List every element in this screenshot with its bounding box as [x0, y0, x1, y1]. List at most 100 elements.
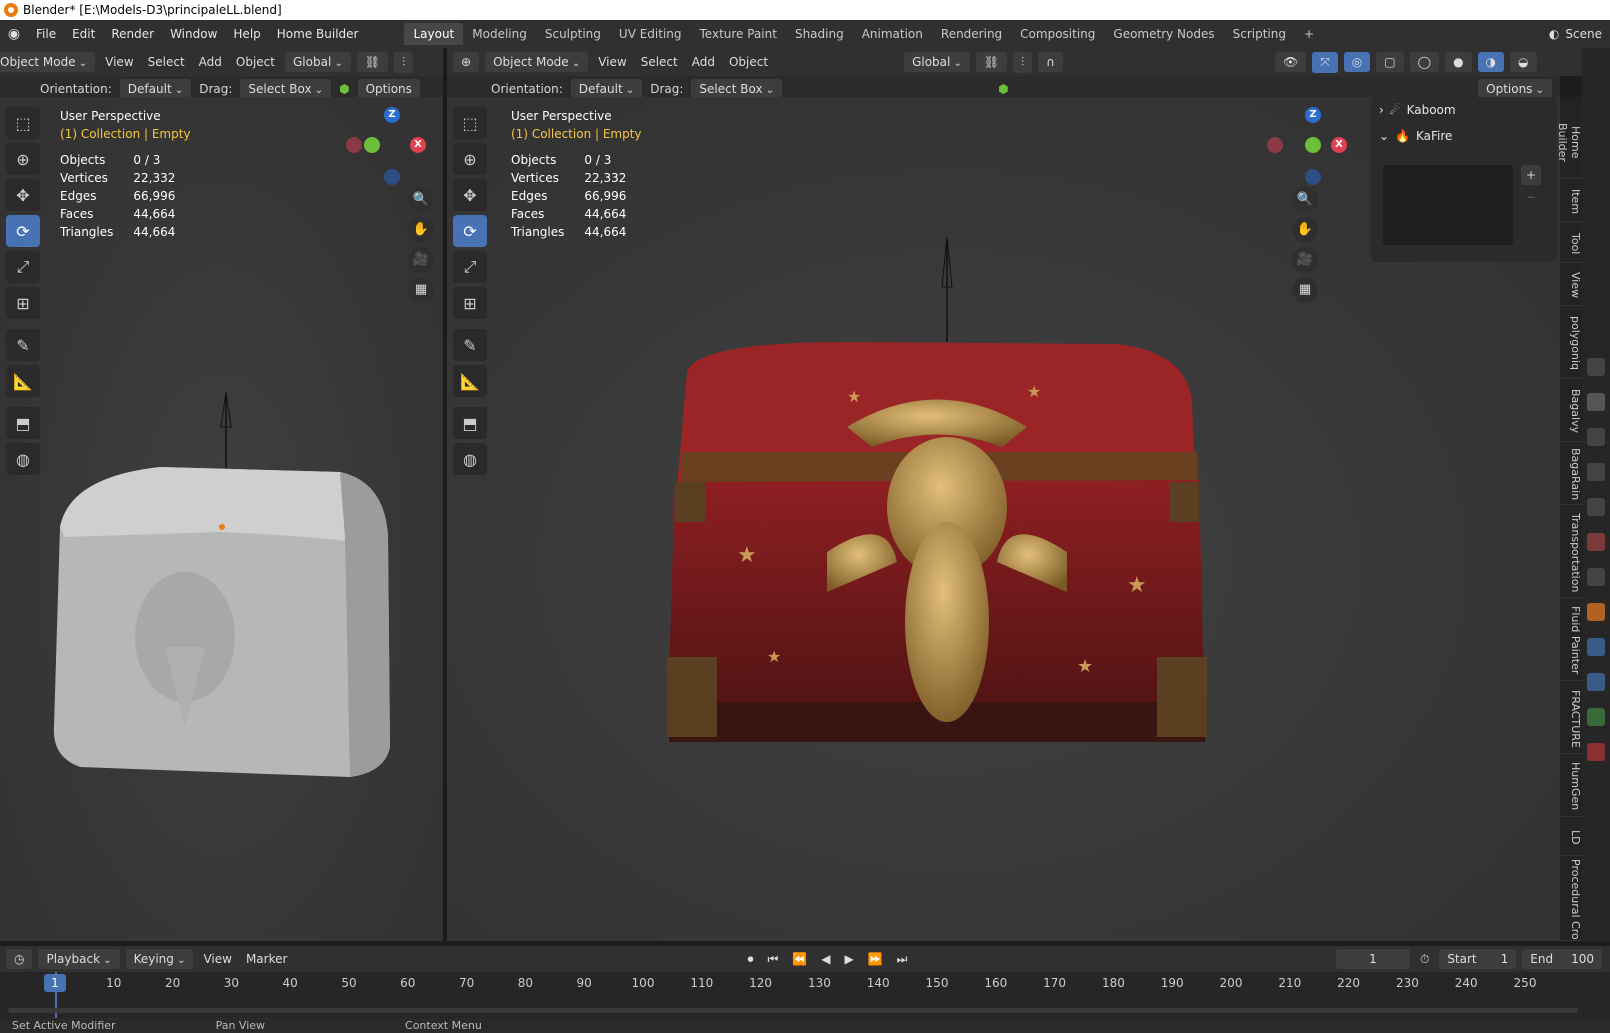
tab-texture-paint[interactable]: Texture Paint	[691, 23, 786, 45]
tab-polygoniq[interactable]: polygoniq	[1560, 309, 1582, 379]
tab-compositing[interactable]: Compositing	[1011, 23, 1104, 45]
shading-material-icon[interactable]: ◑	[1477, 52, 1505, 72]
menu-home-builder[interactable]: Home Builder	[269, 27, 367, 41]
left-menu-view[interactable]: View	[101, 55, 137, 69]
left-orientation-dropdown[interactable]: Default	[119, 79, 192, 99]
right-drag-dropdown[interactable]: Select Box	[691, 79, 783, 99]
annotate-tool-icon[interactable]: ✎	[453, 329, 487, 361]
tab-scripting[interactable]: Scripting	[1224, 23, 1295, 45]
tab-animation[interactable]: Animation	[853, 23, 932, 45]
current-frame-field[interactable]: 1	[1335, 949, 1410, 969]
tab-sculpting[interactable]: Sculpting	[536, 23, 610, 45]
neg-x-axis-icon[interactable]	[346, 137, 362, 153]
xray-icon[interactable]: ▢	[1376, 52, 1404, 72]
measure-tool-icon[interactable]: 📐	[453, 365, 487, 397]
left-navigation-gizmo[interactable]: Z X	[346, 107, 432, 187]
left-transform-dropdown[interactable]: Global	[285, 52, 351, 72]
tab-item[interactable]: Item	[1560, 182, 1582, 222]
camera-view-icon[interactable]: 🎥	[408, 247, 434, 273]
texture-props-icon[interactable]	[1587, 743, 1605, 761]
right-menu-add[interactable]: Add	[688, 55, 719, 69]
kafire-list-box[interactable]	[1383, 165, 1513, 245]
timeline-menu-view[interactable]: View	[199, 952, 235, 966]
rotate-tool-icon[interactable]: ⟳	[6, 215, 40, 247]
menu-edit[interactable]: Edit	[64, 27, 103, 41]
tab-humgen[interactable]: HumGen	[1560, 757, 1582, 817]
view-layer-props-icon[interactable]	[1587, 463, 1605, 481]
chevron-right-icon[interactable]: ›	[1379, 103, 1384, 117]
move-tool-icon[interactable]: ✥	[6, 179, 40, 211]
record-icon[interactable]: ⏺	[743, 952, 757, 967]
modifier-props-icon[interactable]	[1587, 638, 1605, 656]
tab-shading[interactable]: Shading	[786, 23, 853, 45]
cursor-tool-icon[interactable]: ⊕	[6, 143, 40, 175]
tab-fracture[interactable]: FRACTURE	[1560, 684, 1582, 754]
add-cube-tool-icon[interactable]: ⬒	[6, 407, 40, 439]
menu-file[interactable]: File	[28, 27, 64, 41]
tab-rendering[interactable]: Rendering	[932, 23, 1011, 45]
y-axis-icon[interactable]	[364, 137, 380, 153]
blender-menu-icon[interactable]: ◉	[0, 26, 28, 42]
add-item-button[interactable]: +	[1521, 165, 1541, 185]
pan-hand-icon[interactable]: ✋	[408, 217, 434, 243]
neg-z-axis-icon[interactable]	[1305, 169, 1321, 185]
scene-selector[interactable]: ◐ Scene	[1549, 20, 1610, 48]
perspective-toggle-icon[interactable]: ▦	[1292, 277, 1318, 303]
panel-kafire[interactable]: ⌄ 🔥 KaFire	[1371, 123, 1557, 149]
visibility-icon[interactable]: 👁	[1274, 52, 1307, 72]
z-axis-icon[interactable]: Z	[384, 107, 400, 123]
start-frame-field[interactable]: Start 1	[1439, 949, 1517, 969]
neg-x-axis-icon[interactable]	[1267, 137, 1283, 153]
camera-view-icon[interactable]: 🎥	[1292, 247, 1318, 273]
prev-keyframe-icon[interactable]: ⏪	[788, 952, 811, 966]
left-options-button[interactable]: Options	[357, 79, 420, 99]
editor-type-icon[interactable]: ⊕	[453, 52, 480, 72]
zoom-icon[interactable]: 🔍	[408, 187, 434, 213]
proportional-edit-icon[interactable]: ∩	[1038, 52, 1063, 72]
perspective-toggle-icon[interactable]: ▦	[408, 277, 434, 303]
timeline-menu-keying[interactable]: Keying	[125, 949, 194, 969]
shading-solid-icon[interactable]: ●	[1445, 52, 1472, 72]
play-reverse-icon[interactable]: ◀	[817, 952, 834, 966]
constraint-props-icon[interactable]	[1587, 708, 1605, 726]
x-axis-icon[interactable]: X	[410, 137, 426, 153]
shading-wireframe-icon[interactable]: ◯	[1409, 52, 1440, 72]
right-menu-view[interactable]: View	[594, 55, 630, 69]
timeline-scrollbar[interactable]	[8, 1008, 1578, 1013]
left-mode-dropdown[interactable]: Object Mode	[0, 52, 96, 72]
tab-modeling[interactable]: Modeling	[463, 23, 536, 45]
left-menu-object[interactable]: Object	[232, 55, 279, 69]
tab-ld[interactable]: LD	[1560, 820, 1582, 856]
physics-props-icon[interactable]	[1587, 673, 1605, 691]
world-props-icon[interactable]	[1587, 533, 1605, 551]
tab-transportation[interactable]: Transportation	[1560, 508, 1582, 598]
end-frame-field[interactable]: End 100	[1522, 949, 1602, 969]
menu-help[interactable]: Help	[225, 27, 268, 41]
zoom-icon[interactable]: 🔍	[1292, 187, 1318, 213]
tab-uv-editing[interactable]: UV Editing	[610, 23, 691, 45]
tab-tool[interactable]: Tool	[1560, 225, 1582, 263]
tab-layout[interactable]: Layout	[404, 23, 464, 45]
tool-props-icon[interactable]	[1587, 358, 1605, 376]
scale-tool-icon[interactable]: ⤢	[6, 251, 40, 283]
right-pivot-icon[interactable]: ⛓	[975, 52, 1008, 72]
right-transform-dropdown[interactable]: Global	[904, 52, 970, 72]
jump-end-icon[interactable]: ⏭	[893, 952, 912, 967]
chest-textured-model[interactable]: ★ ★ ★ ★ ★ ★	[647, 232, 1227, 762]
shading-rendered-icon[interactable]: ◒	[1510, 52, 1537, 72]
transform-tool-icon[interactable]: ⊞	[6, 287, 40, 319]
add-cube-tool-icon[interactable]: ⬒	[453, 407, 487, 439]
material-tool-icon[interactable]: ◍	[6, 443, 40, 475]
timeline-ruler[interactable]: 1 10 20 30 40 50 60 70 80 90 100 110 120 130 140 150 16…	[0, 972, 1610, 1018]
select-box-tool-icon[interactable]: ⬚	[453, 107, 487, 139]
timeline-editor-icon[interactable]: ◷	[6, 949, 33, 969]
cursor-tool-icon[interactable]: ⊕	[453, 143, 487, 175]
panel-kaboom[interactable]: › ☄ Kaboom	[1371, 97, 1557, 123]
left-snap-icon[interactable]: ⫶	[394, 51, 414, 73]
object-props-icon[interactable]	[1587, 603, 1605, 621]
chest-clay-model[interactable]	[40, 387, 410, 807]
left-3d-viewport[interactable]: ⬚ ⊕ ✥ ⟳ ⤢ ⊞ ✎ 📐 ⬒ ◍ User Perspective (1)…	[0, 97, 443, 941]
collection-props-icon[interactable]	[1587, 568, 1605, 586]
pan-hand-icon[interactable]: ✋	[1292, 217, 1318, 243]
material-tool-icon[interactable]: ◍	[453, 443, 487, 475]
